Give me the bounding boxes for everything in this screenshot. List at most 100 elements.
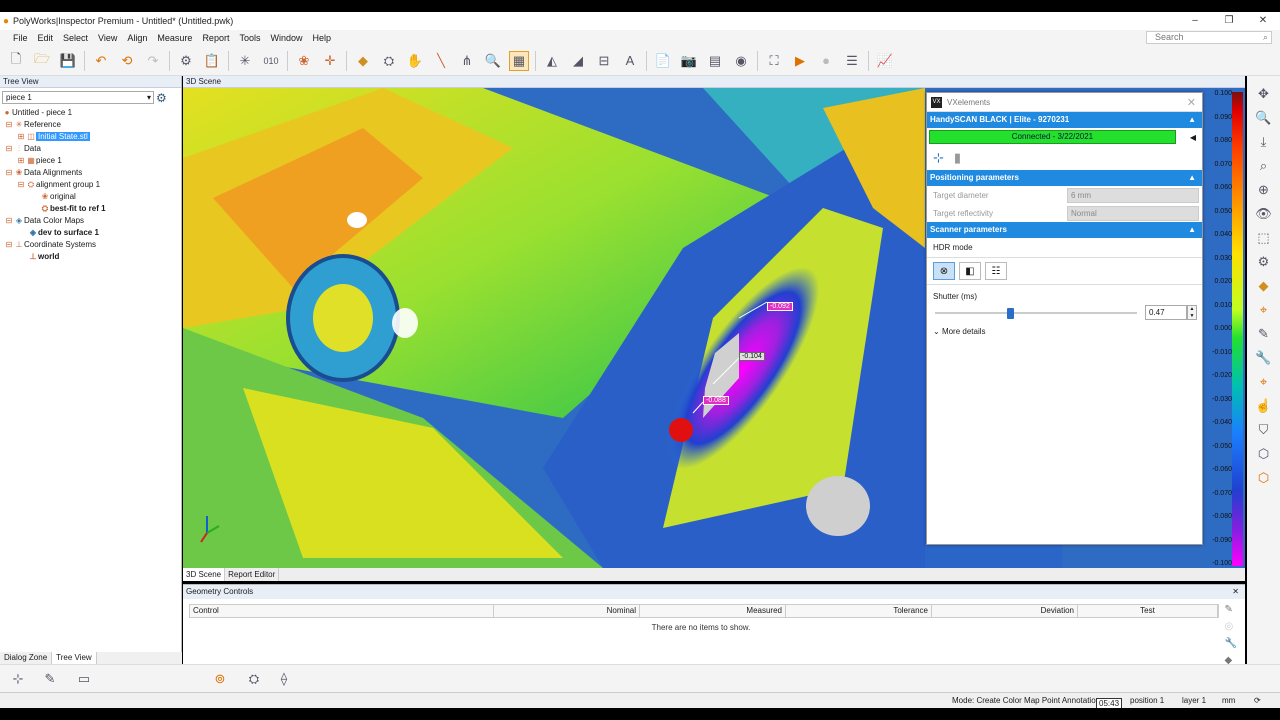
column-tolerance[interactable]: Tolerance xyxy=(786,605,932,617)
pan-icon[interactable]: ✥ xyxy=(1253,84,1275,104)
shaded-cube-icon[interactable]: ◆ xyxy=(1253,276,1275,296)
save-icon[interactable]: 💾 xyxy=(58,51,78,71)
new-file-icon[interactable]: 🗋 xyxy=(6,51,26,71)
sparkle-tool-icon[interactable]: ✳ xyxy=(235,51,255,71)
probe-point-icon[interactable]: ✎ xyxy=(40,669,60,689)
shutter-value-input[interactable]: 0.47 xyxy=(1145,305,1187,320)
settings-icon[interactable]: ⚙ xyxy=(1253,252,1275,272)
layer-selector[interactable]: layer 1 xyxy=(1182,693,1206,708)
wrench-icon[interactable]: 🔧 xyxy=(1253,348,1275,368)
options-icon[interactable]: ⚙ xyxy=(176,51,196,71)
close-icon[interactable]: ✕ xyxy=(1187,96,1196,109)
open-folder-icon[interactable]: 🗁 xyxy=(32,51,52,71)
probe-tool-icon[interactable]: ❀ xyxy=(294,51,314,71)
disabled-control-icon[interactable]: ◎ xyxy=(1225,621,1237,632)
record-icon[interactable]: ● xyxy=(816,51,836,71)
report-icon[interactable]: 📄 xyxy=(653,51,673,71)
signal-bars-icon[interactable]: ▮ xyxy=(954,150,961,166)
section-tool-icon[interactable]: ⊟ xyxy=(594,51,614,71)
n-point-align-icon[interactable]: ⛭ xyxy=(244,669,264,689)
refresh-icon[interactable]: ⟳ xyxy=(1254,693,1261,708)
surface-tool-icon[interactable]: ◭ xyxy=(542,51,562,71)
annotation-label[interactable]: -0.092 xyxy=(767,302,793,311)
units-selector[interactable]: mm xyxy=(1222,693,1235,708)
hand-icon[interactable]: ☝ xyxy=(1253,396,1275,416)
probe-icon[interactable]: ✎ xyxy=(1253,324,1275,344)
pin-icon[interactable]: ⌖ xyxy=(1253,372,1275,392)
column-deviation[interactable]: Deviation xyxy=(932,605,1078,617)
menu-edit[interactable]: Edit xyxy=(38,33,54,43)
device-header[interactable]: HandySCAN BLACK | Elite - 9270231 ▲ xyxy=(927,112,1202,128)
undo-icon[interactable]: ↶ xyxy=(91,51,111,71)
piece-properties-icon[interactable]: ⚙ xyxy=(156,91,167,105)
tree-node-piece[interactable]: ⊞ ▦piece 1 xyxy=(0,155,181,167)
chart-icon[interactable]: 📈 xyxy=(875,51,895,71)
tab-dialog-zone[interactable]: Dialog Zone xyxy=(0,652,53,664)
search-input[interactable]: Search ⌕ xyxy=(1146,31,1272,44)
hand-scan-icon[interactable]: ✋ xyxy=(405,51,425,71)
cube-icon[interactable]: ◆ xyxy=(353,51,373,71)
binary-tool-icon[interactable]: 010 xyxy=(261,51,281,71)
color-map-annotation-icon[interactable]: ▦ xyxy=(509,50,529,71)
select-icon[interactable]: ⬡ xyxy=(1253,444,1275,464)
tree-node-best-fit[interactable]: ⛭ best-fit to ref 1 xyxy=(0,203,181,215)
shutter-spinner[interactable]: ▲ ▼ xyxy=(1187,305,1197,320)
positioning-target-icon[interactable]: ⊹ xyxy=(933,150,944,166)
column-measured[interactable]: Measured xyxy=(640,605,786,617)
align-down-icon[interactable]: ⤓ xyxy=(1253,132,1275,152)
column-test[interactable]: Test xyxy=(1078,605,1218,617)
view-cube-icon[interactable]: ⬚ xyxy=(1253,228,1275,248)
tab-3d-scene[interactable]: 3D Scene xyxy=(183,568,226,581)
menu-report[interactable]: Report xyxy=(202,33,229,43)
shield-icon[interactable]: ⛉ xyxy=(1253,420,1275,440)
eye-icon[interactable]: 👁 xyxy=(1253,204,1275,224)
annotation-icon[interactable]: ⌖ xyxy=(1253,300,1275,320)
tab-report-editor[interactable]: Report Editor xyxy=(225,568,280,581)
align-tool-icon[interactable]: ✛ xyxy=(320,51,340,71)
search-icon[interactable]: ⌕ xyxy=(1263,32,1268,43)
clipboard-icon[interactable]: 📋 xyxy=(202,51,222,71)
annotation-label[interactable]: -0.104 xyxy=(739,352,765,361)
zoom-fit-icon[interactable]: ⊕ xyxy=(1253,180,1275,200)
menu-window[interactable]: Window xyxy=(270,33,302,43)
restore-button[interactable]: ❐ xyxy=(1212,12,1246,30)
wrench-icon[interactable]: 🔧 xyxy=(1225,638,1237,649)
menu-measure[interactable]: Measure xyxy=(157,33,192,43)
menu-align[interactable]: Align xyxy=(127,33,147,43)
tree-node-color-maps[interactable]: ⊟ ◈ Data Color Maps xyxy=(0,215,181,227)
tree-node-data-alignments[interactable]: ⊟ ❀ Data Alignments xyxy=(0,167,181,179)
play-icon[interactable]: ▶ xyxy=(790,51,810,71)
column-nominal[interactable]: Nominal xyxy=(494,605,640,617)
tree-node-reference[interactable]: ⊟ ✳ Reference xyxy=(0,119,181,131)
piece-select[interactable]: piece 1 xyxy=(2,91,154,104)
speaker-icon[interactable]: ◀ xyxy=(1190,133,1196,142)
chevron-up-icon[interactable]: ▲ xyxy=(1188,112,1196,128)
scan-tool-icon[interactable]: ⛭ xyxy=(379,51,399,71)
hdr-settings-button[interactable]: ☷ xyxy=(985,262,1007,280)
tree-node-dev-to-surface[interactable]: ◈ dev to surface 1 xyxy=(0,227,181,239)
table-icon[interactable]: ▤ xyxy=(705,51,725,71)
align-points-icon[interactable]: ⊹ xyxy=(8,669,28,689)
edit-control-icon[interactable]: ✎ xyxy=(1225,604,1237,615)
best-fit-icon[interactable]: ⊚ xyxy=(210,669,230,689)
snapshot-icon[interactable]: 📷 xyxy=(679,51,699,71)
chevron-up-icon[interactable]: ▲ xyxy=(1188,170,1196,186)
zoom-tool-icon[interactable]: 🔍 xyxy=(483,51,503,71)
position-selector[interactable]: position 1 xyxy=(1130,693,1164,708)
tree-node-world[interactable]: ⊥ world xyxy=(0,251,181,263)
positioning-parameters-header[interactable]: Positioning parameters ▲ xyxy=(927,170,1202,186)
script-icon[interactable]: ☰ xyxy=(842,51,862,71)
feature-align-icon[interactable]: ⟠ xyxy=(274,669,294,689)
macro-icon[interactable]: ⛶ xyxy=(764,51,784,71)
tree-node-original[interactable]: ❀ original xyxy=(0,191,181,203)
menu-help[interactable]: Help xyxy=(312,33,331,43)
line-tool-icon[interactable]: ╲ xyxy=(431,51,451,71)
tree-node-coordinate-systems[interactable]: ⊟ ⊥ Coordinate Systems xyxy=(0,239,181,251)
menu-file[interactable]: File xyxy=(13,33,28,43)
redo-icon[interactable]: ↷ xyxy=(143,51,163,71)
camera-icon[interactable]: ◉ xyxy=(731,51,751,71)
minimize-button[interactable]: – xyxy=(1178,12,1212,30)
more-details-toggle[interactable]: ⌄ More details xyxy=(927,321,1202,342)
shutter-slider[interactable]: 0.47 ▲ ▼ xyxy=(933,305,1197,321)
edge-tool-icon[interactable]: ◢ xyxy=(568,51,588,71)
